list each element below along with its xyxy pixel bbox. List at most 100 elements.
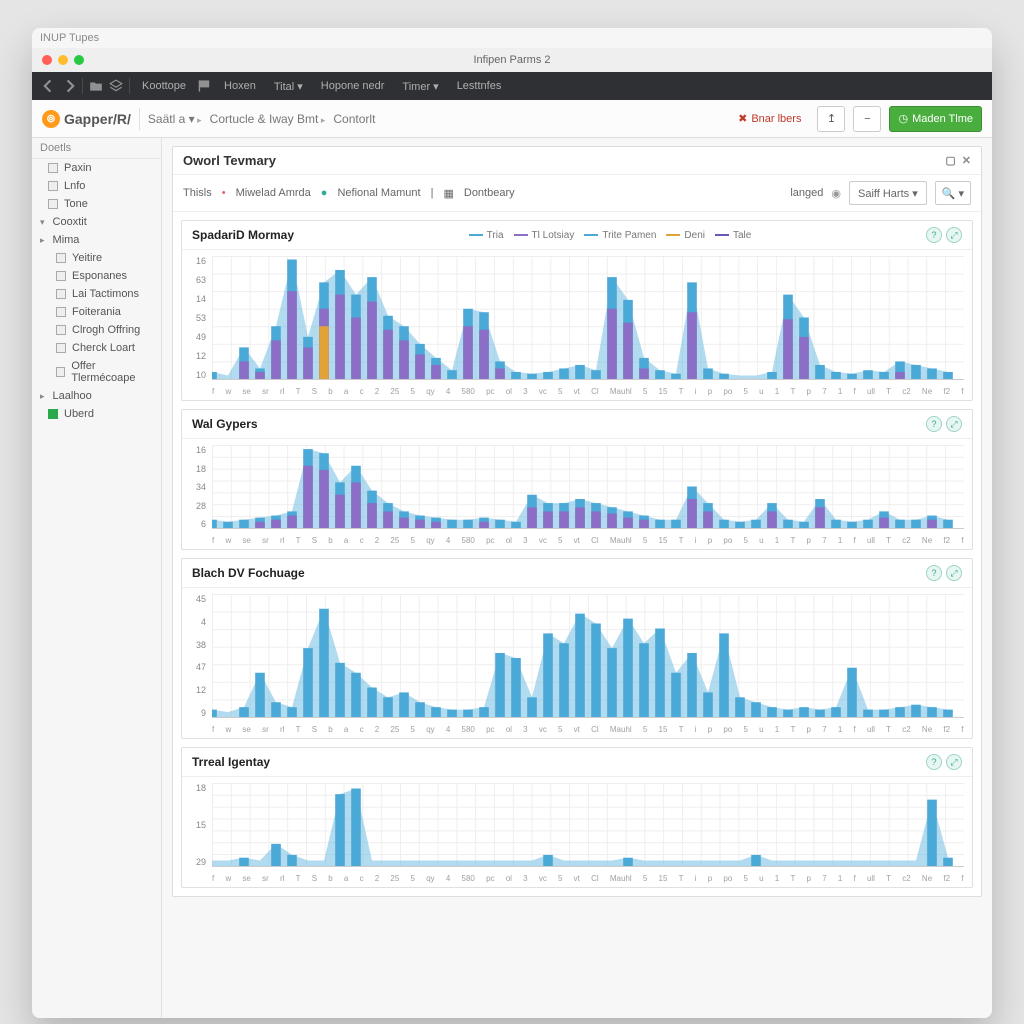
sidebar-item[interactable]: Cherck Loart [32,339,161,357]
breadcrumb[interactable]: Saätl a ▾ [148,112,202,126]
doc-icon [48,163,58,173]
help-icon[interactable]: ? [926,565,942,581]
sidebar-item[interactable]: Yeitire [32,249,161,267]
sub-tab[interactable]: Nefional Mamunt [337,187,420,199]
help-icon[interactable]: ? [926,416,942,432]
sidebar-item-label: Offer Tlermécoape [71,360,155,384]
sidebar-item[interactable]: Uberd [32,405,161,423]
sidebar-item[interactable]: Offer Tlermécoape [32,357,161,387]
sidebar-item-label: Clrogh Offring [72,324,140,336]
sidebar-item[interactable]: Tone [32,195,161,213]
sidebar-item[interactable]: Lai Tactimons [32,285,161,303]
sidebar-item[interactable]: Paxin [32,159,161,177]
forward-icon[interactable] [62,79,76,93]
sidebar-item-label: Lnfo [64,180,85,192]
close-icon[interactable] [42,55,52,65]
grid-icon: ▦ [443,187,453,200]
doc-icon [56,253,66,263]
badge-icon: ◉ [831,187,841,200]
badge-label: langed [790,187,823,199]
sidebar-item[interactable]: Foiterania [32,303,161,321]
menu-item[interactable]: Tital ▾ [268,78,309,95]
help-icon[interactable]: ? [926,754,942,770]
flag-icon[interactable] [198,79,212,93]
menu-item[interactable]: Lesttnfes [451,78,508,94]
sidebar-item[interactable]: Mima [32,231,161,249]
sidebar-item[interactable]: Laalhoo [32,387,161,405]
chart-tools: ?⤢ [926,416,962,432]
cta-label: Maden Tlme [912,113,973,125]
menu-item[interactable]: Hopone nedr [315,78,391,94]
legend-item: Tria [469,230,504,241]
primary-cta-button[interactable]: ◷ Maden Tlme [889,106,982,132]
sidebar-item[interactable]: Clrogh Offring [32,321,161,339]
sidebar-item-label: Tone [64,198,88,210]
chart-title: Blach DV Fochuage [192,566,305,580]
doc-icon [56,325,66,335]
upload-button[interactable]: ↥ [817,106,845,132]
chart-plot[interactable] [212,783,964,867]
sort-dropdown[interactable]: Saiff Harts ▾ [849,181,927,205]
chart-title: Wal Gypers [192,417,258,431]
logo-text: Gapper/R/ [64,111,131,127]
folder-icon[interactable] [89,79,103,93]
delete-label: Bnar lbers [751,113,801,125]
sub-tab[interactable]: Miwelad Amrda [236,187,311,199]
doc-icon [56,307,66,317]
sidebar-item[interactable]: Lnfo [32,177,161,195]
help-icon[interactable]: ? [926,227,942,243]
header: ⊚ Gapper/R/ Saätl a ▾ Cortucle & Iway Bm… [32,100,992,138]
y-axis: 161834286 [186,445,206,529]
sub-tab[interactable]: Dontbeary [464,187,515,199]
sidebar: Doetls Paxin Lnfo Tone CooxtitMima Yeitire Es… [32,138,162,1018]
chart-1: Wal Gypers?⤢161834286fwsesrrlTSbac2255qy… [181,409,973,550]
search-button[interactable]: 🔍 ▾ [935,181,971,205]
chart-3: Trreal Igentay?⤢181529fwsesrrlTSbac2255q… [181,747,973,888]
doc-icon [56,271,66,281]
chart-title: Trreal Igentay [192,755,270,769]
sidebar-item-label: Laalhoo [53,390,92,402]
chart-legend: TriaTl LotsiayTrite PamenDeniTale [304,230,916,241]
menubar: Koottope Hoxen Tital ▾ Hopone nedr Timer… [32,72,992,100]
app-logo[interactable]: ⊚ Gapper/R/ [42,110,131,128]
doc-icon [56,343,66,353]
minimize-icon[interactable] [58,55,68,65]
os-tab: INUP Tupes [32,28,992,48]
expand-icon[interactable]: ⤢ [946,565,962,581]
chart-plot[interactable] [212,445,964,529]
close-panel-icon[interactable]: ✕ [962,154,971,167]
chart-plot[interactable] [212,594,964,718]
doc-icon [48,199,58,209]
expand-icon[interactable]: ⤢ [946,416,962,432]
expand-icon[interactable]: ⤢ [946,227,962,243]
sidebar-item[interactable]: Cooxtit [32,213,161,231]
minus-button[interactable]: − [853,106,881,132]
chart-title: SpadariD Mormay [192,228,294,242]
zoom-icon[interactable] [74,55,84,65]
stack-icon[interactable] [109,79,123,93]
sidebar-item[interactable]: Esponanes [32,267,161,285]
legend-item: Tl Lotsiay [514,230,575,241]
clock-icon: ◷ [898,112,908,125]
main-content: Oworl Tevmary ▢ ✕ Thisls • Miwelad Amrda… [162,138,992,1018]
delete-button[interactable]: ✖ Bnar lbers [730,106,809,132]
y-axis: 4543847129 [186,594,206,718]
sidebar-item-label: Yeitire [72,252,102,264]
doc-icon [48,181,58,191]
breadcrumb[interactable]: Cortucle & Iway Bmt [210,112,326,126]
sub-tab[interactable]: Thisls [183,187,212,199]
logo-icon: ⊚ [42,110,60,128]
sidebar-header: Doetls [32,138,161,159]
chart-0: SpadariD Mormay Tria Tl Lotsiay Trite Pamen… [181,220,973,401]
menu-item[interactable]: Timer ▾ [396,78,444,95]
sidebar-item-label: Foiterania [72,306,121,318]
back-icon[interactable] [42,79,56,93]
menu-item[interactable]: Hoxen [218,78,262,94]
y-axis: 16631453491210 [186,256,206,380]
menu-item[interactable]: Koottope [136,78,192,94]
doc-icon [56,367,65,377]
expand-icon[interactable]: ⤢ [946,754,962,770]
chart-plot[interactable] [212,256,964,380]
legend-item: Trite Pamen [584,230,656,241]
collapse-icon[interactable]: ▢ [945,154,955,167]
